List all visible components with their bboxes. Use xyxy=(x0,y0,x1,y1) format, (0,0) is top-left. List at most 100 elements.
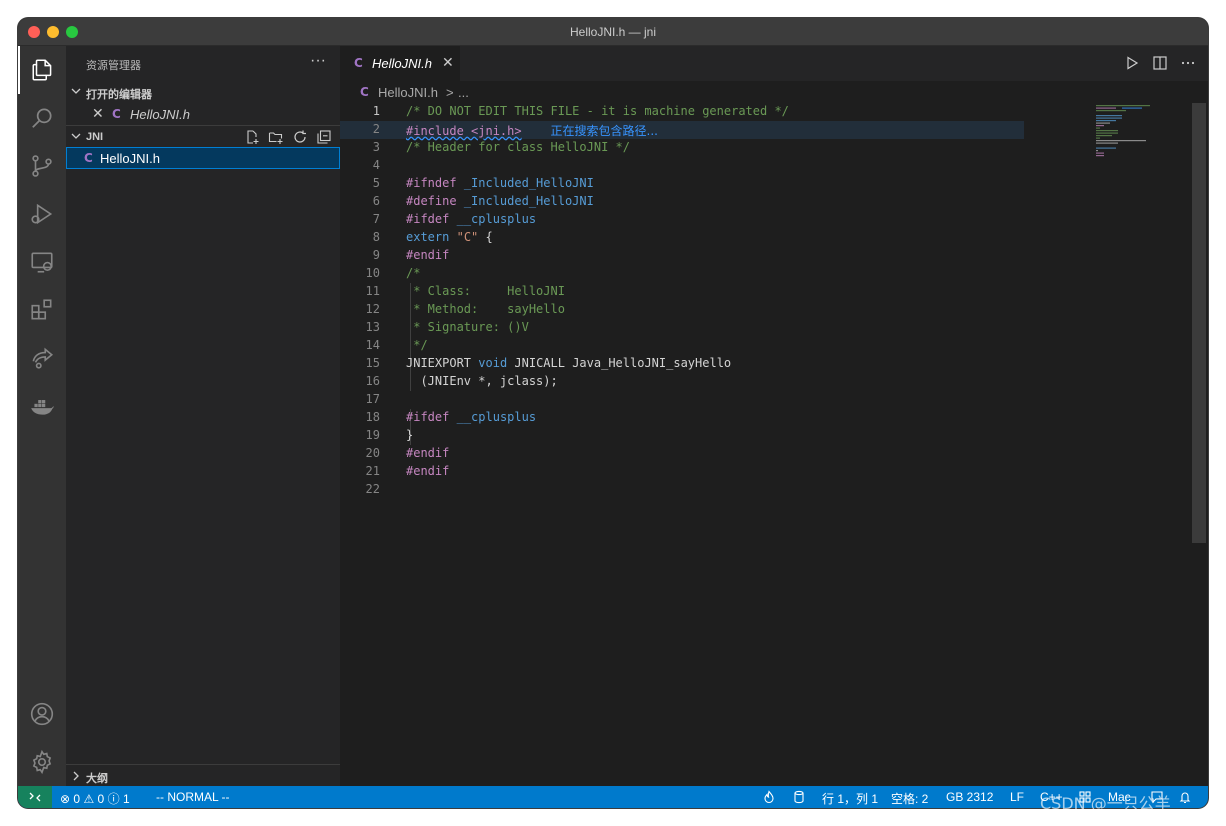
code-line: 3 /* Header for class HelloJNI */ xyxy=(340,139,1090,157)
c-file-icon: C xyxy=(354,56,363,70)
folder-section-header[interactable]: JNI xyxy=(66,125,340,147)
line-number: 3 xyxy=(340,140,380,154)
include-path-hint: 正在搜索包含路径... xyxy=(551,124,658,138)
error-count: 0 xyxy=(73,792,80,806)
code-line: 10 /* xyxy=(340,265,1090,283)
remote-explorer-icon[interactable] xyxy=(18,238,66,286)
cursor-position[interactable]: 行 1，列 1 xyxy=(822,790,878,807)
code-line: 14 */ xyxy=(340,337,1090,355)
chevron-down-icon xyxy=(70,85,82,97)
code-line: 13 * Signature: ()V xyxy=(340,319,1090,337)
outline-label: 大纲 xyxy=(86,770,108,786)
line-number: 6 xyxy=(340,194,380,208)
open-editors-label: 打开的编辑器 xyxy=(86,86,152,102)
minimap[interactable] xyxy=(1092,103,1192,163)
flame-icon[interactable] xyxy=(762,790,776,804)
split-editor-icon[interactable] xyxy=(1152,55,1168,71)
end-of-line[interactable]: LF xyxy=(1010,790,1024,804)
docker-icon[interactable] xyxy=(18,382,66,430)
code-line: 5 #ifndef _Included_HelloJNI xyxy=(340,175,1090,193)
explorer-sidebar: 资源管理器 ··· 打开的编辑器 ✕ C HelloJNI.h JNI xyxy=(66,46,340,786)
line-number: 13 xyxy=(340,320,380,334)
code-line: 7 #ifdef __cplusplus xyxy=(340,211,1090,229)
code-line: 22 xyxy=(340,481,1090,499)
line-number: 12 xyxy=(340,302,380,316)
code-line: 11 * Class: HelloJNI xyxy=(340,283,1090,301)
c-file-icon: C xyxy=(112,107,121,121)
line-number: 2 xyxy=(340,122,380,136)
line-number: 18 xyxy=(340,410,380,424)
line-number: 21 xyxy=(340,464,380,478)
indentation[interactable]: 空格: 2 xyxy=(891,790,928,807)
collapse-all-icon[interactable] xyxy=(316,129,332,145)
tab-hellojni-h[interactable]: C HelloJNI.h ✕ xyxy=(340,46,460,81)
code-line: 8 extern "C" { xyxy=(340,229,1090,247)
notifications-bell-icon[interactable] xyxy=(1178,790,1192,804)
explorer-icon[interactable] xyxy=(18,46,66,94)
close-icon[interactable]: ✕ xyxy=(92,105,104,122)
more-actions-button[interactable]: ··· xyxy=(310,52,326,70)
line-number: 7 xyxy=(340,212,380,226)
sidebar-title: 资源管理器 xyxy=(86,57,141,73)
tab-label: HelloJNI.h xyxy=(372,56,432,71)
status-bar: ⊗ 0 ⚠ 0 ⓘ 1 -- NORMAL -- 行 1，列 1 空格: 2 G… xyxy=(18,786,1208,808)
breadcrumb-symbol[interactable]: ... xyxy=(458,85,469,100)
breadcrumb-file[interactable]: HelloJNI.h xyxy=(378,85,438,100)
line-number: 22 xyxy=(340,482,380,496)
open-editors-section-header[interactable]: 打开的编辑器 xyxy=(66,81,340,103)
info-count: 1 xyxy=(123,792,130,806)
open-editor-item[interactable]: ✕ C HelloJNI.h xyxy=(66,103,340,125)
run-debug-icon[interactable] xyxy=(18,190,66,238)
line-number: 11 xyxy=(340,284,380,298)
code-line: 20 #endif xyxy=(340,445,1090,463)
close-icon[interactable]: ✕ xyxy=(442,54,454,71)
search-icon[interactable] xyxy=(18,94,66,142)
code-line: 9 #endif xyxy=(340,247,1090,265)
activity-bar xyxy=(18,46,66,786)
tree-item-hellojni-h[interactable]: C HelloJNI.h xyxy=(66,147,340,169)
new-file-icon[interactable] xyxy=(244,129,260,145)
breadcrumb-separator: > xyxy=(446,85,454,100)
code-line: 15 JNIEXPORT void JNICALL Java_HelloJNI_… xyxy=(340,355,1090,373)
source-control-icon[interactable] xyxy=(18,142,66,190)
code-line: 4 xyxy=(340,157,1090,175)
code-line: 1 /* DO NOT EDIT THIS FILE - it is machi… xyxy=(340,103,1090,121)
line-number: 5 xyxy=(340,176,380,190)
chevron-right-icon xyxy=(70,770,82,782)
sidebar-header: 资源管理器 ··· xyxy=(66,46,340,81)
line-number: 4 xyxy=(340,158,380,172)
vertical-scrollbar[interactable] xyxy=(1192,103,1206,543)
database-icon[interactable] xyxy=(792,790,806,804)
settings-gear-icon[interactable] xyxy=(18,738,66,786)
code-line: 17 xyxy=(340,391,1090,409)
line-number: 20 xyxy=(340,446,380,460)
live-share-icon[interactable] xyxy=(18,334,66,382)
line-number: 19 xyxy=(340,428,380,442)
code-line: 2 #include <jni.h> 正在搜索包含路径... xyxy=(340,121,1024,139)
outline-section-header[interactable]: 大纲 xyxy=(66,764,340,786)
code-line: 21 #endif xyxy=(340,463,1090,481)
code-editor[interactable]: 1 /* DO NOT EDIT THIS FILE - it is machi… xyxy=(340,103,1208,786)
line-number: 8 xyxy=(340,230,380,244)
new-folder-icon[interactable] xyxy=(268,129,284,145)
remote-indicator[interactable] xyxy=(18,786,52,808)
problems-indicator[interactable]: ⊗ 0 ⚠ 0 ⓘ 1 xyxy=(60,790,130,807)
line-number: 14 xyxy=(340,338,380,352)
line-number: 10 xyxy=(340,266,380,280)
warning-icon: ⚠ xyxy=(83,792,94,806)
watermark: CSDN @一只公羊 xyxy=(1040,790,1171,814)
code-line: 6 #define _Included_HelloJNI xyxy=(340,193,1090,211)
window-title: HelloJNI.h — jni xyxy=(18,25,1208,39)
code-line: 18 #ifdef __cplusplus xyxy=(340,409,1090,427)
title-bar: HelloJNI.h — jni xyxy=(18,18,1208,46)
more-actions-icon[interactable] xyxy=(1180,55,1196,71)
encoding[interactable]: GB 2312 xyxy=(946,790,993,804)
run-icon[interactable] xyxy=(1124,55,1140,71)
vscode-window: HelloJNI.h — jni xyxy=(18,18,1208,808)
accounts-icon[interactable] xyxy=(18,690,66,738)
code-line: 16 (JNIEnv *, jclass); xyxy=(340,373,1090,391)
extensions-icon[interactable] xyxy=(18,286,66,334)
refresh-icon[interactable] xyxy=(292,129,308,145)
open-editor-filename: HelloJNI.h xyxy=(130,107,190,122)
c-file-icon: C xyxy=(84,151,93,165)
